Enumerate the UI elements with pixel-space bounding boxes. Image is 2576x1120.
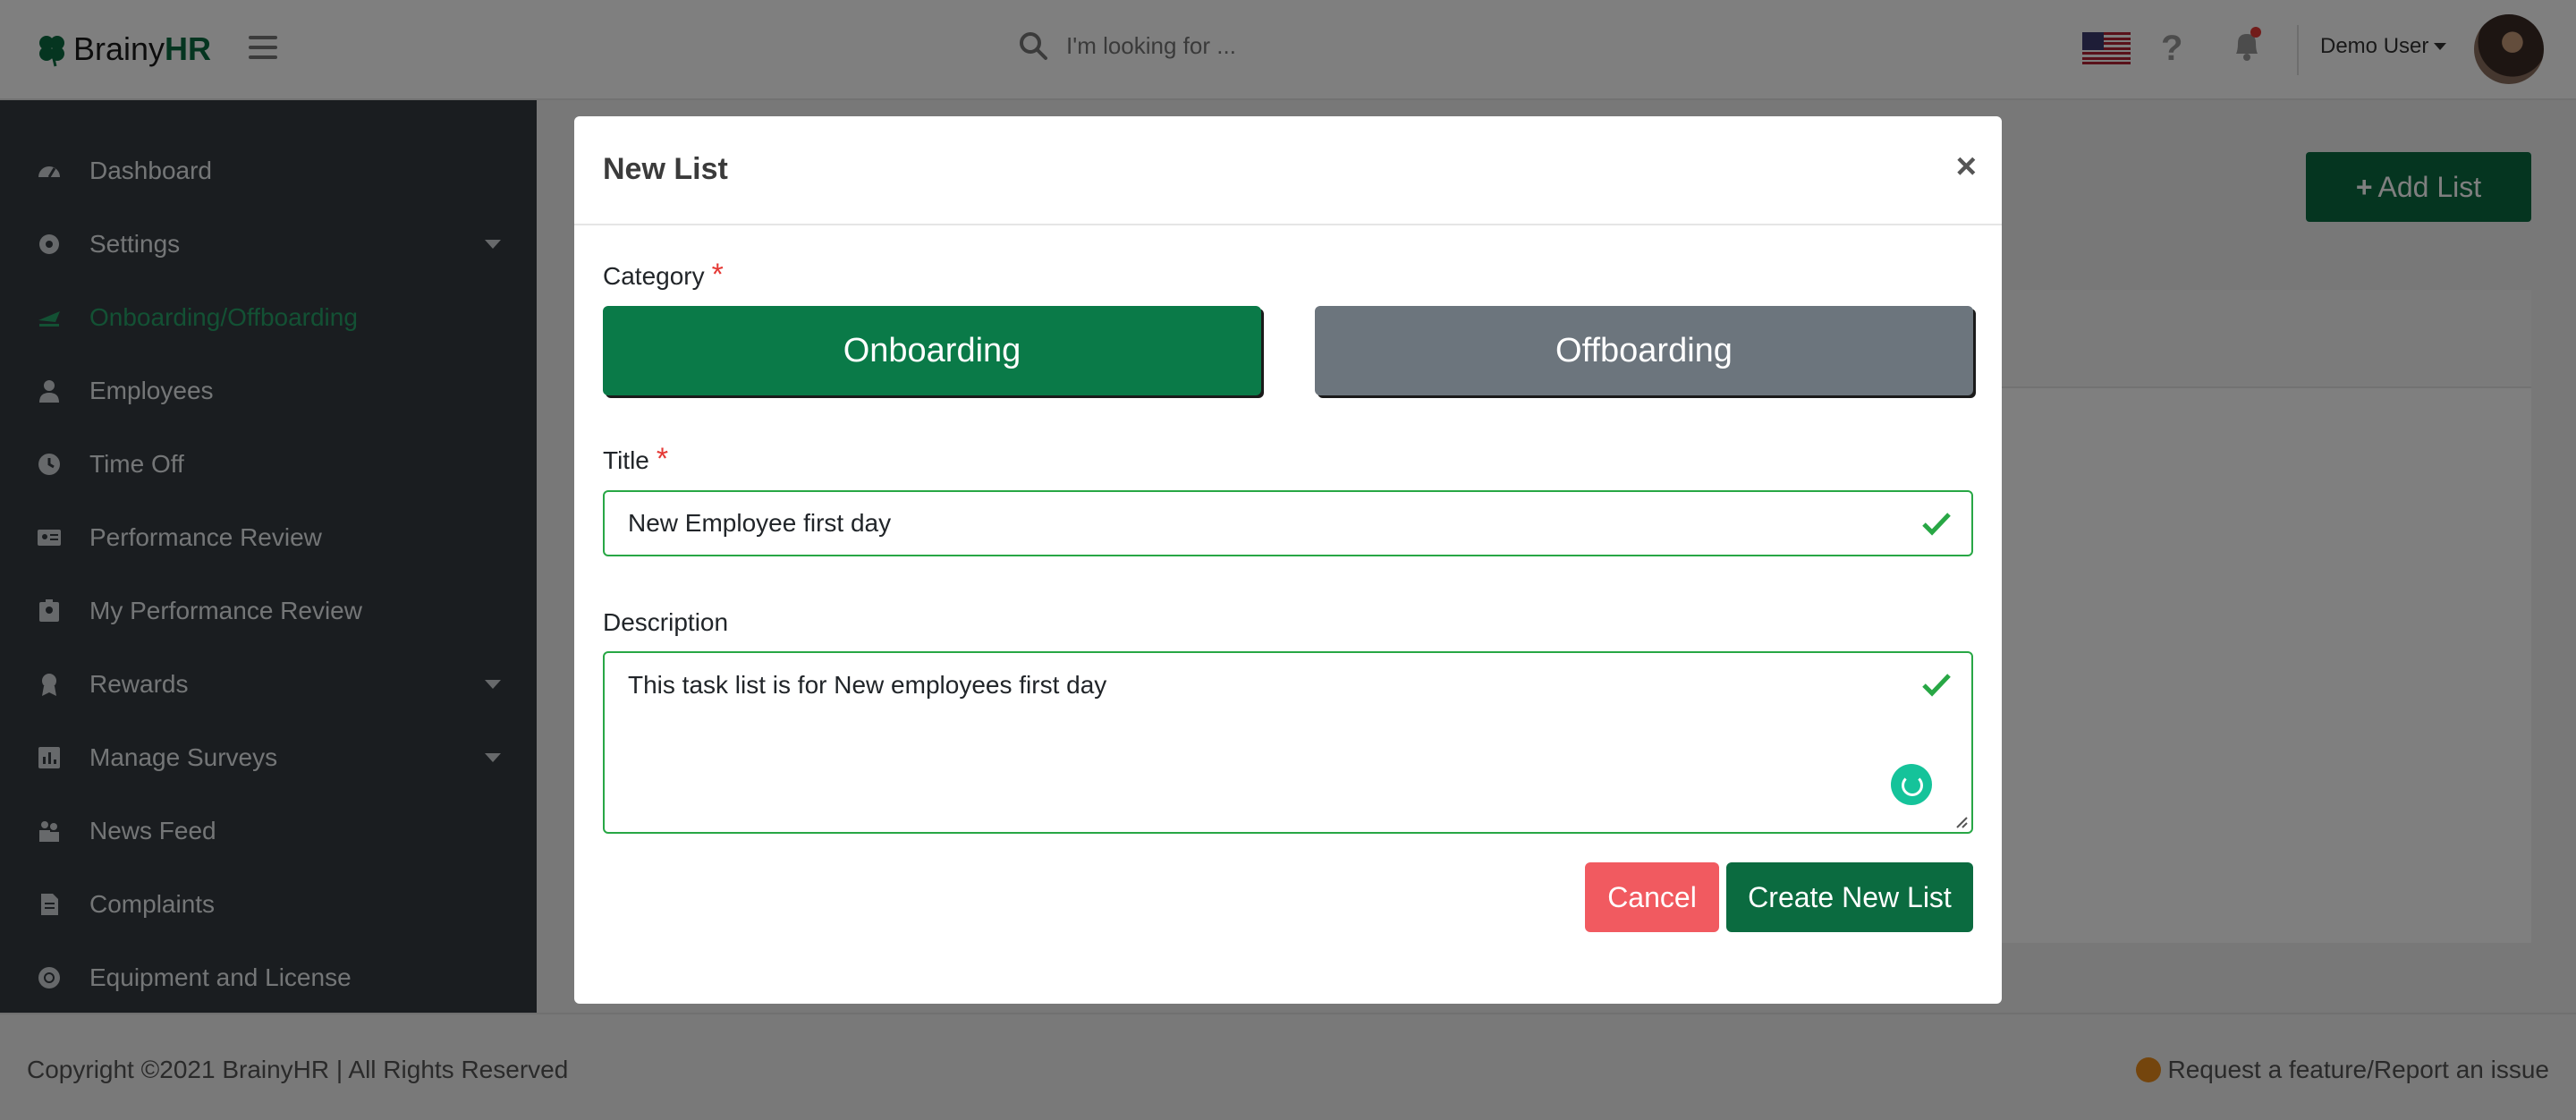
valid-check-icon [1922, 674, 1951, 697]
title-label: Title * [603, 442, 668, 477]
title-label-text: Title [603, 446, 649, 474]
offboarding-category-button[interactable]: Offboarding [1315, 306, 1973, 395]
cancel-button[interactable]: Cancel [1585, 862, 1719, 932]
onboarding-category-button[interactable]: Onboarding [603, 306, 1261, 395]
modal-title: New List [603, 152, 728, 186]
valid-check-icon [1922, 513, 1951, 536]
title-input-value: New Employee first day [628, 509, 892, 537]
create-new-list-button[interactable]: Create New List [1726, 862, 1973, 932]
close-icon[interactable]: × [1956, 148, 1977, 184]
required-marker: * [711, 258, 724, 292]
description-label: Description [603, 608, 729, 636]
category-label-text: Category [603, 262, 705, 290]
description-textarea[interactable]: This task list is for New employees firs… [603, 651, 1973, 834]
description-input-value: This task list is for New employees firs… [628, 671, 1107, 699]
category-label: Category * [603, 258, 724, 293]
required-marker: * [656, 442, 669, 476]
grammar-assistant-icon[interactable] [1891, 764, 1932, 805]
new-list-modal: New List × Category * Onboarding Offboard… [574, 116, 2002, 1004]
title-input[interactable]: New Employee first day [603, 490, 1973, 556]
resize-handle-icon[interactable] [1955, 816, 1968, 828]
modal-header: New List × [574, 116, 2002, 225]
